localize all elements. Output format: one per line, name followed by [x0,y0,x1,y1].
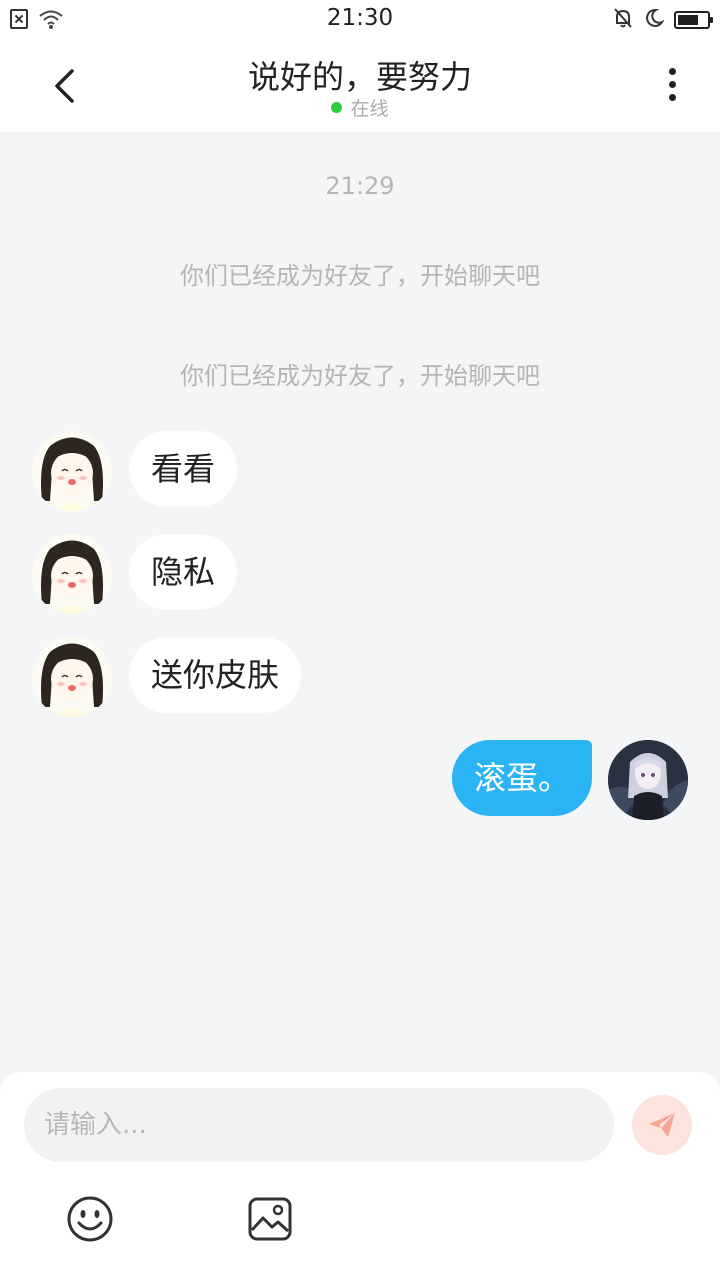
chat-title: 说好的，要努力 [247,58,472,96]
message-row: 滚蛋。 [0,740,720,820]
avatar[interactable] [32,637,112,717]
message-row: 隐私 [0,534,720,614]
status-bar: 21:30 [0,0,720,38]
online-status-label: 在线 [350,98,389,120]
avatar[interactable] [608,740,688,820]
message-bubble-outgoing[interactable]: 滚蛋。 [451,740,592,816]
system-message: 你们已经成为好友了，开始聊天吧 [180,262,540,290]
system-message: 你们已经成为好友了，开始聊天吧 [180,362,540,390]
message-bubble-incoming[interactable]: 看看 [129,431,238,507]
mute-icon [612,7,634,33]
more-vertical-icon [668,67,676,75]
message-row: 看看 [0,431,720,511]
image-button[interactable] [245,1194,295,1244]
send-icon [649,1113,675,1137]
send-button[interactable] [632,1095,692,1155]
avatar[interactable] [32,431,112,511]
message-bubble-incoming[interactable]: 送你皮肤 [129,637,302,713]
more-button[interactable] [652,64,692,104]
online-status: 在线 [0,94,720,121]
emoji-icon [67,1196,113,1242]
message-timestamp: 21:29 [325,172,395,200]
emoji-button[interactable] [65,1194,115,1244]
online-dot [331,102,343,113]
chat-area[interactable]: 21:29 你们已经成为好友了，开始聊天吧 你们已经成为好友了，开始聊天吧 看看 [0,132,720,1072]
input-panel [0,1072,720,1280]
moon-icon [644,8,665,32]
status-right [612,7,713,33]
battery-fill [678,15,698,25]
message-bubble-incoming[interactable]: 隐私 [129,534,238,610]
chat-header: 说好的，要努力 在线 [0,38,720,132]
image-icon [248,1197,292,1241]
message-input[interactable] [24,1088,614,1162]
battery-icon [674,11,713,29]
message-row: 送你皮肤 [0,637,720,717]
avatar[interactable] [32,534,112,614]
